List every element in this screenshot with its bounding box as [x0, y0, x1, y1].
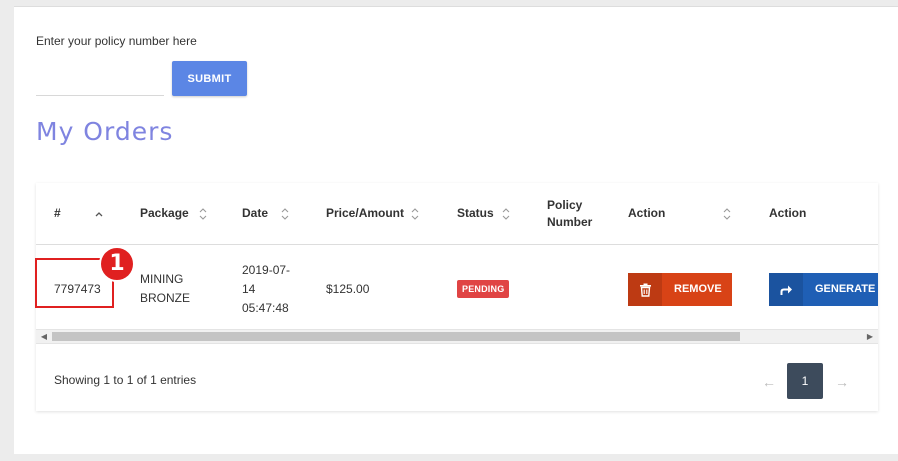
- submit-button[interactable]: SUBMIT: [172, 61, 247, 96]
- content-card: Enter your policy number here SUBMIT My …: [14, 6, 898, 454]
- trash-icon: [628, 273, 662, 306]
- sort-icon: [502, 208, 510, 220]
- column-header-id[interactable]: #: [54, 183, 124, 244]
- status-badge: PENDING: [457, 280, 510, 298]
- share-arrow-icon: [769, 273, 803, 306]
- entries-info: Showing 1 to 1 of 1 entries: [54, 373, 197, 387]
- remove-button-label: REMOVE: [674, 283, 722, 295]
- column-header-price[interactable]: Price/Amount: [326, 183, 436, 244]
- generate-button[interactable]: GENERATE B: [769, 273, 878, 306]
- scrollbar-thumb[interactable]: [52, 332, 740, 341]
- scroll-left-icon[interactable]: ◀: [37, 330, 51, 343]
- pagination-next[interactable]: →: [831, 365, 853, 399]
- column-header-action-generate[interactable]: Action: [769, 183, 869, 244]
- sort-icon: [199, 208, 207, 220]
- price-cell: $125.00: [326, 282, 370, 296]
- pagination-page-1[interactable]: 1: [787, 363, 823, 399]
- sort-icon: [723, 208, 731, 220]
- annotation-step-badge: 1: [99, 246, 135, 282]
- horizontal-scrollbar[interactable]: ◀ ▶: [36, 329, 878, 344]
- column-header-status[interactable]: Status: [457, 183, 527, 244]
- orders-table-panel: # Package Date Price/Amount Status Polic…: [36, 183, 878, 411]
- chevron-up-icon: [95, 212, 103, 217]
- sort-icon: [411, 208, 419, 220]
- generate-button-label: GENERATE B: [815, 283, 878, 295]
- page-title: My Orders: [36, 117, 174, 146]
- remove-button[interactable]: REMOVE: [628, 273, 732, 306]
- pagination-prev[interactable]: ←: [758, 365, 780, 399]
- policy-number-label: Enter your policy number here: [36, 34, 197, 48]
- date-cell: 2019-07-14 05:47:48: [242, 263, 291, 315]
- table-header: # Package Date Price/Amount Status Polic…: [36, 183, 878, 245]
- policy-number-input[interactable]: [36, 71, 164, 96]
- column-header-action-remove[interactable]: Action: [628, 183, 748, 244]
- column-header-date[interactable]: Date: [242, 183, 312, 244]
- package-cell: MINING BRONZE: [140, 272, 191, 305]
- column-header-policy-number[interactable]: Policy Number: [547, 183, 607, 244]
- column-header-package[interactable]: Package: [140, 183, 220, 244]
- sort-icon: [281, 208, 289, 220]
- scroll-right-icon[interactable]: ▶: [863, 330, 877, 343]
